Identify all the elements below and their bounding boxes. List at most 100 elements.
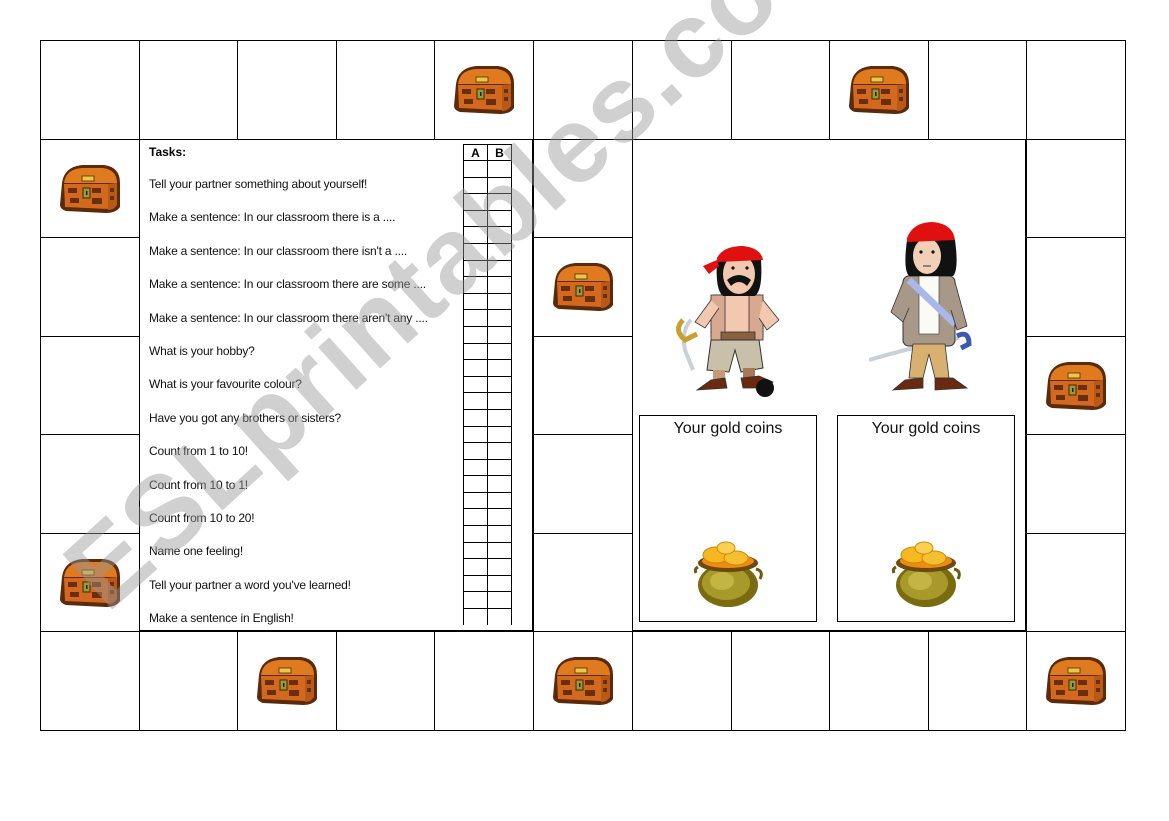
score-cell-b[interactable] <box>487 375 512 394</box>
score-cell-b[interactable] <box>487 226 512 244</box>
score-row <box>463 574 512 593</box>
score-cell-a[interactable] <box>463 408 488 427</box>
score-cell-a[interactable] <box>463 193 488 211</box>
score-cell-a[interactable] <box>463 176 488 195</box>
score-cell-b[interactable] <box>487 475 512 493</box>
score-cell-a[interactable] <box>463 541 488 560</box>
task-item: What is your hobby? <box>149 344 255 358</box>
score-cell-b[interactable] <box>487 325 512 344</box>
board-square-top-10 <box>928 40 1027 140</box>
score-row <box>463 193 512 211</box>
score-cell-b[interactable] <box>487 176 512 195</box>
board-square-right-2 <box>1026 139 1126 238</box>
score-cell-b[interactable] <box>487 442 512 460</box>
score-cell-b[interactable] <box>487 259 512 278</box>
gold-coins-box-player-a: Your gold coins <box>639 415 817 622</box>
score-row <box>463 242 512 261</box>
score-cell-a[interactable] <box>463 242 488 261</box>
board-square-bottom-8 <box>731 631 830 731</box>
score-cell-a[interactable] <box>463 259 488 278</box>
score-cell-a[interactable] <box>463 309 488 327</box>
score-cell-a[interactable] <box>463 392 488 410</box>
task-item: Count from 10 to 1! <box>149 477 248 492</box>
treasure-chest-icon <box>549 259 617 315</box>
gold-coins-label: Your gold coins <box>871 420 981 437</box>
score-column-a: A <box>463 144 488 161</box>
score-cell-b[interactable] <box>487 591 512 610</box>
task-item: Make a sentence: In our classroom there … <box>149 243 408 258</box>
board-square-right-6 <box>1026 533 1126 632</box>
score-cell-b[interactable] <box>487 458 512 477</box>
board-square-left-2 <box>40 139 140 238</box>
task-item: Have you got any brothers or sisters? <box>149 410 342 425</box>
board-square-right-5 <box>1026 434 1126 534</box>
score-cell-b[interactable] <box>487 608 512 626</box>
score-cell-a[interactable] <box>463 525 488 543</box>
score-cell-b[interactable] <box>487 541 512 560</box>
score-cell-b[interactable] <box>487 425 512 444</box>
score-row <box>463 309 512 327</box>
score-cell-a[interactable] <box>463 558 488 576</box>
score-cell-b[interactable] <box>487 392 512 410</box>
score-cell-b[interactable] <box>487 193 512 211</box>
score-row <box>463 342 512 361</box>
score-cell-a[interactable] <box>463 292 488 311</box>
score-cell-a[interactable] <box>463 375 488 394</box>
score-cell-b[interactable] <box>487 508 512 527</box>
score-cell-b[interactable] <box>487 209 512 228</box>
score-cell-a[interactable] <box>463 325 488 344</box>
score-row <box>463 276 512 294</box>
score-column-b: B <box>487 144 512 161</box>
board-square-mid-4 <box>533 336 633 435</box>
score-row <box>463 408 512 427</box>
score-cell-b[interactable] <box>487 574 512 593</box>
score-cell-a[interactable] <box>463 342 488 361</box>
score-cell-a[interactable] <box>463 276 488 294</box>
board-square-top-7 <box>632 40 732 140</box>
board-square-bottom-9 <box>829 631 929 731</box>
score-cell-b[interactable] <box>487 558 512 576</box>
score-row <box>463 209 512 228</box>
score-cell-a[interactable] <box>463 226 488 244</box>
score-cell-b[interactable] <box>487 160 512 178</box>
score-cell-b[interactable] <box>487 408 512 427</box>
board-square-bottom-3 <box>237 631 337 731</box>
score-cell-b[interactable] <box>487 525 512 543</box>
score-cell-a[interactable] <box>463 608 488 626</box>
score-cell-a[interactable] <box>463 425 488 444</box>
score-row <box>463 226 512 244</box>
board-square-top-3 <box>237 40 337 140</box>
score-cell-b[interactable] <box>487 292 512 311</box>
score-row <box>463 292 512 311</box>
task-item: Make a sentence in English! <box>149 611 294 626</box>
board-square-bottom-5 <box>434 631 534 731</box>
score-cell-a[interactable] <box>463 359 488 377</box>
score-cell-a[interactable] <box>463 475 488 493</box>
score-row <box>463 375 512 394</box>
board-square-top-11 <box>1026 40 1126 140</box>
score-cell-a[interactable] <box>463 209 488 228</box>
score-cell-b[interactable] <box>487 491 512 510</box>
score-cell-b[interactable] <box>487 242 512 261</box>
score-cell-b[interactable] <box>487 276 512 294</box>
score-cell-a[interactable] <box>463 442 488 460</box>
score-cell-b[interactable] <box>487 309 512 327</box>
score-cell-b[interactable] <box>487 342 512 361</box>
score-row <box>463 458 512 477</box>
gold-coins-label: Your gold coins <box>673 420 783 437</box>
board-square-top-5 <box>434 40 534 140</box>
score-cell-a[interactable] <box>463 508 488 527</box>
score-row <box>463 475 512 493</box>
task-item: Tell your partner something about yourse… <box>149 177 368 191</box>
score-cell-b[interactable] <box>487 359 512 377</box>
score-cell-a[interactable] <box>463 574 488 593</box>
score-cell-a[interactable] <box>463 591 488 610</box>
score-cell-a[interactable] <box>463 458 488 477</box>
pot-of-gold-icon <box>690 537 766 609</box>
score-cell-a[interactable] <box>463 160 488 178</box>
score-cell-a[interactable] <box>463 491 488 510</box>
score-row <box>463 325 512 344</box>
treasure-chest-icon <box>845 62 913 118</box>
task-item: Make a sentence: In our classroom there … <box>149 210 396 225</box>
treasure-chest-icon <box>450 62 518 118</box>
